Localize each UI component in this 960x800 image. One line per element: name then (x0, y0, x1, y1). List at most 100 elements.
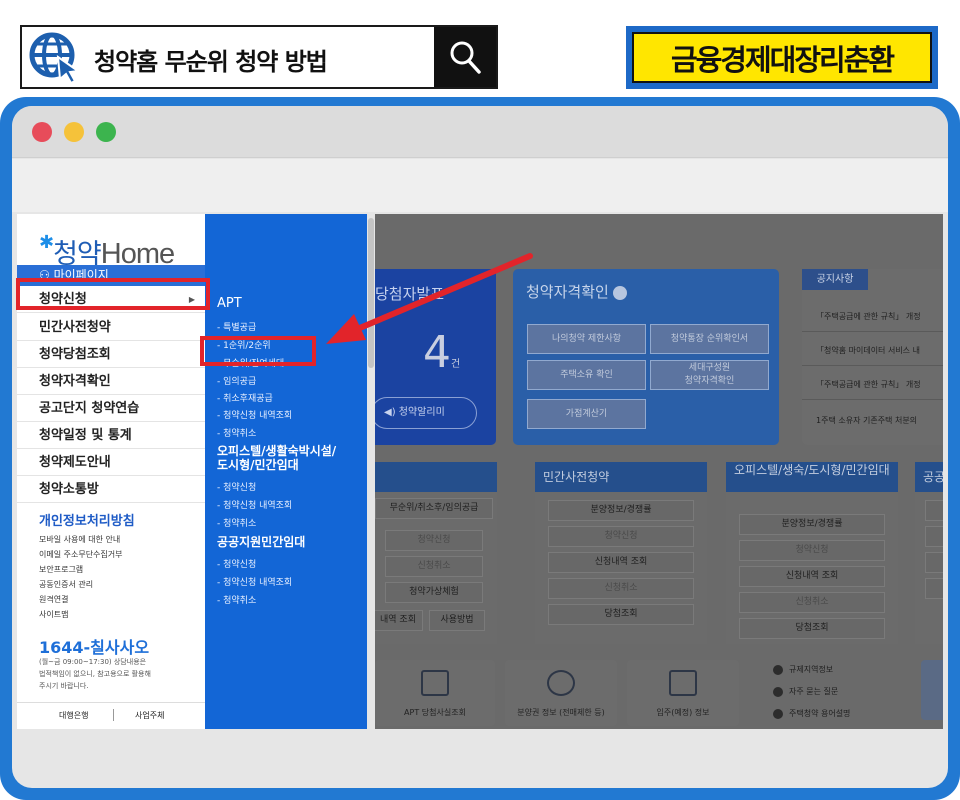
my-restrictions-button[interactable]: 나의청약 제한사항 (527, 324, 646, 354)
move-in-info-card[interactable]: 입주(예정) 정보 (627, 660, 739, 726)
privacy-policy-link[interactable]: 개인정보처리방침 (39, 510, 135, 529)
regulation-area-link[interactable]: 규제지역정보 (773, 664, 833, 675)
submenu-officetel-apply[interactable]: - 청약신청 (217, 480, 256, 493)
quick-link-label: 자주 묻는 질문 (789, 687, 839, 696)
private-section-header: 민간사전청약 (535, 462, 707, 492)
business-entity-tab[interactable]: 사업주체 (135, 710, 164, 721)
sidebar-item-label: 청약소통방 (39, 482, 99, 497)
officetel-apply-link[interactable]: 청약신청 (739, 540, 885, 561)
apt-apply-link[interactable]: 청약신청 (385, 530, 483, 551)
close-window-button[interactable] (32, 122, 52, 142)
notice-item[interactable]: 1주택 소유자 기존주택 처분의 (816, 415, 917, 426)
private-winner-link[interactable]: 당첨조회 (548, 604, 694, 625)
history-lookup-link[interactable]: 내역 조회 (375, 610, 423, 631)
call-center-number: 1644-칠사사오 (39, 638, 150, 657)
submenu-public-apply[interactable]: - 청약신청 (217, 557, 256, 570)
apt-cancel-link[interactable]: 신청취소 (385, 556, 483, 577)
private-cancel-link[interactable]: 신청취소 (548, 578, 694, 599)
agent-bank-tab[interactable]: 대행은행 (59, 710, 88, 721)
usage-guide-link[interactable]: 사용방법 (429, 610, 485, 631)
sidebar-item-private-pre[interactable]: 민간사전청약 (17, 314, 205, 341)
submenu-officetel-history[interactable]: - 청약신청 내역조회 (217, 498, 292, 511)
browser-titlebar (12, 106, 948, 158)
minimize-window-button[interactable] (64, 122, 84, 142)
footer-link[interactable]: 사이트맵 (39, 609, 68, 620)
sidebar-footer: 대행은행 사업주체 (17, 702, 205, 729)
faq-link[interactable]: 자주 묻는 질문 (773, 686, 838, 697)
public-link[interactable] (925, 578, 943, 599)
card-label: APT 당첨사실조회 (404, 708, 466, 717)
search-bar: 청약홈 무순위 청약 방법 (20, 25, 498, 89)
submenu-officetel-cancel[interactable]: - 청약취소 (217, 516, 256, 529)
submenu-cancel[interactable]: - 청약취소 (217, 426, 256, 439)
submenu-special-supply[interactable]: - 특별공급 (217, 320, 256, 333)
sidebar-item-community[interactable]: 청약소통방 (17, 476, 205, 503)
submenu-apt-heading: APT (217, 296, 242, 311)
score-calculator-button[interactable]: 가점계산기 (527, 399, 646, 429)
notice-item[interactable]: 「주택공급에 관한 규칙」 개정 (816, 379, 921, 390)
submenu-public-history[interactable]: - 청약신청 내역조회 (217, 575, 292, 588)
no-rank-supply-link[interactable]: 무순위/취소후/임의공급 (375, 498, 493, 519)
submenu-public-cancel[interactable]: - 청약취소 (217, 593, 256, 606)
presale-right-info-card[interactable]: 분양권 정보 (전매제한 등) (505, 660, 617, 726)
house-ownership-button[interactable]: 주택소유 확인 (527, 360, 646, 390)
submenu-scrollbar[interactable] (367, 214, 375, 729)
highlight-apply-menu (16, 278, 210, 310)
officetel-info-link[interactable]: 분양정보/경쟁률 (739, 514, 885, 535)
speaker-icon: ◀) (384, 407, 396, 418)
sidebar-item-label: 공고단지 청약연습 (39, 401, 140, 416)
sidebar-item-winner-check[interactable]: 청약당첨조회 (17, 341, 205, 368)
private-history-link[interactable]: 신청내역 조회 (548, 552, 694, 573)
household-qualification-button[interactable]: 세대구성원 청약자격확인 (650, 360, 769, 390)
officetel-winner-link[interactable]: 당첨조회 (739, 618, 885, 639)
call-center-note: 주시기 바랍니다. (39, 682, 89, 690)
sidebar-item-label: 청약일정 및 통계 (39, 428, 132, 443)
apt-section-body: 무순위/취소후/임의공급 청약신청 신청취소 청약가상체험 내역 조회 사용방법 (375, 492, 497, 644)
divider (802, 365, 943, 366)
quick-link-label: 주택청약 용어설명 (789, 709, 851, 718)
footer-link[interactable]: 모바일 사용에 대한 안내 (39, 534, 120, 545)
browser-toolbar (12, 159, 948, 212)
card-label: 분양권 정보 (전매제한 등) (517, 708, 605, 717)
submenu-arbitrary-supply[interactable]: - 임의공급 (217, 374, 256, 387)
sidebar-item-qualification[interactable]: 청약자격확인 (17, 368, 205, 395)
virtual-experience-link[interactable]: 청약가상체험 (385, 582, 483, 603)
sidebar-item-guide[interactable]: 청약제도안내 (17, 449, 205, 476)
footer-link[interactable]: 공동인증서 관리 (39, 579, 93, 590)
private-info-link[interactable]: 분양정보/경쟁률 (548, 500, 694, 521)
notice-item[interactable]: 「청약홈 마이데이터 서비스 내 (816, 345, 920, 356)
banner-thumbnail[interactable] (921, 660, 943, 720)
notice-tab[interactable]: 공지사항 (802, 269, 868, 290)
public-link[interactable] (925, 552, 943, 573)
footer-link[interactable]: 보안프로그램 (39, 564, 83, 575)
maximize-window-button[interactable] (96, 122, 116, 142)
footer-link[interactable]: 원격연결 (39, 594, 68, 605)
officetel-cancel-link[interactable]: 신청취소 (739, 592, 885, 613)
scrollbar-thumb[interactable] (368, 218, 374, 368)
winner-announcement-card[interactable]: 당첨자발표 4건 ◀) 청약알리미 (375, 269, 496, 445)
sidebar-item-schedule[interactable]: 청약일정 및 통계 (17, 422, 205, 449)
footer-link[interactable]: 이메일 주소무단수집거부 (39, 549, 123, 560)
notice-item[interactable]: 「주택공급에 관한 규칙」 개정 (816, 311, 921, 322)
submenu-resupply[interactable]: - 취소후재공급 (217, 391, 273, 404)
submenu-history[interactable]: - 청약신청 내역조회 (217, 408, 292, 421)
glossary-link[interactable]: 주택청약 용어설명 (773, 708, 850, 719)
winner-count-unit: 건 (451, 359, 461, 370)
sidebar-item-practice[interactable]: 공고단지 청약연습 (17, 395, 205, 422)
apt-winner-history-card[interactable]: APT 당첨사실조회 (375, 660, 495, 726)
call-center-note: 법적책임이 없으니, 참고용으로 활용해 (39, 670, 151, 678)
divider (802, 399, 943, 400)
public-link[interactable] (925, 500, 943, 521)
search-button[interactable] (434, 27, 496, 87)
officetel-history-link[interactable]: 신청내역 조회 (739, 566, 885, 587)
info-icon (773, 686, 783, 697)
account-rank-button[interactable]: 청약통장 순위확인서 (650, 324, 769, 354)
public-link[interactable] (925, 526, 943, 547)
search-query-text[interactable]: 청약홈 무순위 청약 방법 (94, 42, 328, 77)
submenu-heading-line: 오피스텔/생활숙박시설/ (217, 444, 337, 458)
public-section-body (915, 492, 943, 644)
quick-link-label: 규제지역정보 (789, 665, 834, 674)
alarm-button[interactable]: ◀) 청약알리미 (375, 397, 477, 429)
notice-panel: 공지사항 「주택공급에 관한 규칙」 개정 「청약홈 마이데이터 서비스 내 「… (802, 269, 943, 445)
private-apply-link[interactable]: 청약신청 (548, 526, 694, 547)
